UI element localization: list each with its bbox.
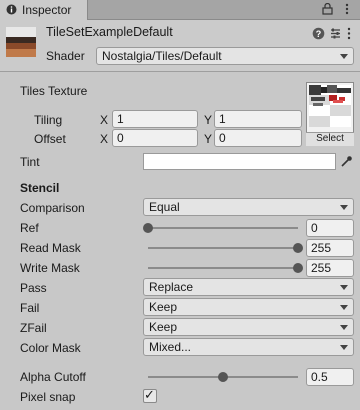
write-mask-label: Write Mask	[20, 261, 80, 275]
ref-slider-track[interactable]	[148, 227, 298, 229]
shader-value: Nostalgia/Tiles/Default	[102, 49, 222, 63]
pass-value: Replace	[149, 280, 194, 294]
write-mask-slider-knob[interactable]	[293, 263, 303, 273]
chevron-down-icon	[340, 54, 348, 59]
pass-dropdown[interactable]: Replace	[143, 278, 354, 296]
color-mask-value: Mixed...	[149, 340, 192, 354]
tiles-texture-label: Tiles Texture	[20, 84, 88, 98]
tab-label: Inspector	[22, 3, 72, 17]
write-mask-slider-track[interactable]	[148, 267, 298, 269]
chevron-down-icon	[340, 345, 348, 350]
tiling-y-value: 1	[219, 112, 226, 126]
color-mask-dropdown[interactable]: Mixed...	[143, 338, 354, 356]
info-icon	[6, 4, 17, 15]
eyedropper-icon[interactable]	[340, 154, 353, 168]
ref-value: 0	[311, 221, 318, 235]
tab-bar: Inspector	[0, 0, 360, 20]
read-mask-label: Read Mask	[20, 241, 81, 255]
ref-label: Ref	[20, 221, 39, 235]
pass-label: Pass	[20, 281, 47, 295]
offset-label: Offset	[34, 132, 66, 146]
shader-label: Shader	[46, 49, 85, 63]
alpha-cutoff-field[interactable]: 0.5	[306, 368, 354, 386]
offset-y-label: Y	[204, 132, 213, 146]
help-icon[interactable]: ?	[312, 27, 325, 40]
kebab-icon[interactable]	[345, 27, 353, 40]
comparison-value: Equal	[149, 200, 180, 214]
read-mask-value: 255	[311, 241, 332, 255]
alpha-cutoff-label: Alpha Cutoff	[20, 370, 86, 384]
fail-value: Keep	[149, 300, 178, 314]
stencil-header: Stencil	[20, 181, 60, 195]
chevron-down-icon	[340, 205, 348, 210]
write-mask-value: 255	[311, 261, 332, 275]
tiling-y-label: Y	[204, 113, 213, 127]
zfail-value: Keep	[149, 320, 178, 334]
tiling-x-field[interactable]: 1	[112, 110, 198, 128]
material-name: TileSetExampleDefault	[46, 25, 173, 39]
color-mask-label: Color Mask	[20, 341, 81, 355]
tab-inspector[interactable]: Inspector	[0, 0, 88, 20]
shader-dropdown[interactable]: Nostalgia/Tiles/Default	[96, 47, 354, 65]
fail-dropdown[interactable]: Keep	[143, 298, 354, 316]
read-mask-slider-knob[interactable]	[293, 243, 303, 253]
svg-text:?: ?	[316, 29, 322, 39]
offset-y-field[interactable]: 0	[214, 129, 302, 147]
menu-icon[interactable]	[342, 3, 352, 15]
zfail-label: ZFail	[20, 321, 47, 335]
tiling-x-value: 1	[117, 112, 124, 126]
read-mask-field[interactable]: 255	[306, 239, 354, 257]
offset-x-field[interactable]: 0	[112, 129, 198, 147]
offset-x-value: 0	[117, 131, 124, 145]
texture-preview	[309, 85, 351, 127]
read-mask-slider-track[interactable]	[148, 247, 298, 249]
alpha-cutoff-value: 0.5	[311, 370, 328, 384]
chevron-down-icon	[340, 325, 348, 330]
ref-slider-knob[interactable]	[143, 223, 153, 233]
check-icon: ✓	[144, 387, 155, 402]
material-thumbnail	[6, 27, 36, 57]
chevron-down-icon	[340, 305, 348, 310]
offset-y-value: 0	[219, 131, 226, 145]
lock-icon[interactable]	[322, 3, 333, 15]
zfail-dropdown[interactable]: Keep	[143, 318, 354, 336]
tiling-label: Tiling	[34, 113, 63, 127]
write-mask-field[interactable]: 255	[306, 259, 354, 277]
tiling-x-label: X	[100, 113, 109, 127]
chevron-down-icon	[340, 285, 348, 290]
fail-label: Fail	[20, 301, 40, 315]
ref-field[interactable]: 0	[306, 219, 354, 237]
tiling-y-field[interactable]: 1	[214, 110, 302, 128]
texture-select-button[interactable]: Select	[306, 132, 354, 146]
comparison-label: Comparison	[20, 201, 85, 215]
alpha-cutoff-slider-knob[interactable]	[218, 372, 228, 382]
tint-label: Tint	[20, 155, 40, 169]
comparison-dropdown[interactable]: Equal	[143, 198, 354, 216]
preset-icon[interactable]	[329, 27, 342, 40]
tint-color-field[interactable]	[143, 153, 336, 170]
offset-x-label: X	[100, 132, 109, 146]
pixel-snap-label: Pixel snap	[20, 390, 76, 404]
